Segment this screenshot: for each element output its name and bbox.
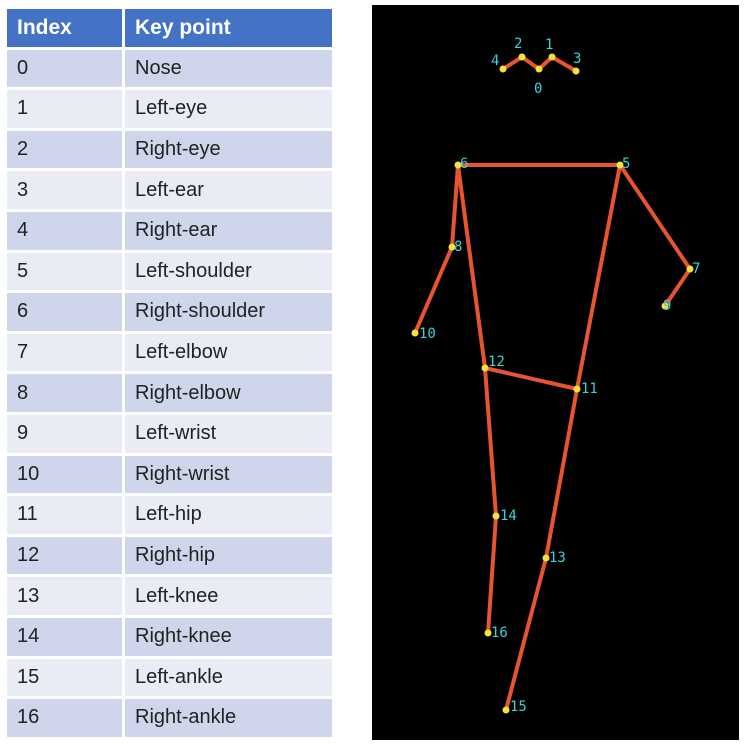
row-index: 0 — [7, 49, 125, 88]
row-keypoint-name: Left-shoulder — [125, 252, 332, 291]
joint-11 — [573, 385, 581, 393]
joint-15 — [502, 706, 510, 714]
row-index: 9 — [7, 414, 125, 453]
keypoint-label-14: 14 — [500, 508, 517, 524]
table-row: 4 Right-ear — [7, 211, 332, 250]
skeleton-canvas: 012345678910111213141516 — [372, 5, 739, 740]
table-row: 11 Left-hip — [7, 496, 332, 534]
row-index: 13 — [7, 577, 125, 615]
joint-10 — [411, 329, 419, 337]
row-keypoint-name: Right-hip — [125, 536, 332, 575]
table-row: 13 Left-knee — [7, 577, 332, 615]
table-row: 12 Right-hip — [7, 536, 332, 575]
row-keypoint-name: Left-elbow — [125, 333, 332, 372]
table-row: 8 Right-elbow — [7, 374, 332, 412]
row-index: 5 — [7, 252, 125, 291]
row-index: 14 — [7, 617, 125, 656]
keypoint-label-12: 12 — [488, 354, 505, 370]
skeleton-diagram: 0 1 2 3 4 5 6 7 8 9 10 11 12 13 14 15 16 — [372, 5, 739, 740]
joint-2 — [518, 53, 526, 61]
row-keypoint-name: Right-ankle — [125, 699, 332, 737]
row-index: 8 — [7, 374, 125, 412]
row-keypoint-name: Left-ankle — [125, 658, 332, 697]
row-index: 11 — [7, 496, 125, 534]
row-index: 12 — [7, 536, 125, 575]
row-keypoint-name: Nose — [125, 49, 332, 88]
row-keypoint-name: Right-elbow — [125, 374, 332, 412]
table-row: 7 Left-elbow — [7, 333, 332, 372]
row-keypoint-name: Left-hip — [125, 496, 332, 534]
table-row: 14 Right-knee — [7, 617, 332, 656]
keypoint-label-4: 4 — [491, 53, 499, 69]
row-index: 15 — [7, 658, 125, 697]
header-index: Index — [7, 9, 125, 47]
keypoint-label-7: 7 — [692, 261, 700, 277]
row-index: 4 — [7, 211, 125, 250]
row-keypoint-name: Right-knee — [125, 617, 332, 656]
row-keypoint-name: Left-ear — [125, 171, 332, 209]
row-keypoint-name: Right-shoulder — [125, 293, 332, 331]
keypoint-label-3: 3 — [573, 51, 581, 67]
keypoint-label-8: 8 — [454, 239, 462, 255]
keypoint-label-10: 10 — [419, 326, 436, 342]
joint-4 — [499, 65, 507, 73]
row-index: 6 — [7, 293, 125, 331]
keypoint-label-9: 9 — [663, 298, 671, 314]
row-index: 7 — [7, 333, 125, 372]
row-keypoint-name: Right-eye — [125, 130, 332, 169]
row-index: 2 — [7, 130, 125, 169]
joint-3 — [572, 67, 580, 75]
keypoint-label-11: 11 — [581, 381, 598, 397]
row-keypoint-name: Right-wrist — [125, 455, 332, 494]
keypoint-label-1: 1 — [545, 37, 553, 53]
table-row: 3 Left-ear — [7, 171, 332, 209]
row-keypoint-name: Left-wrist — [125, 414, 332, 453]
row-keypoint-name: Left-knee — [125, 577, 332, 615]
row-index: 3 — [7, 171, 125, 209]
row-index: 10 — [7, 455, 125, 494]
header-keypoint: Key point — [125, 9, 332, 47]
table-row: 6 Right-shoulder — [7, 293, 332, 331]
keypoint-label-15: 15 — [510, 699, 527, 715]
table-header-row: Index Key point — [7, 9, 332, 47]
table-row: 16 Right-ankle — [7, 699, 332, 737]
row-index: 1 — [7, 90, 125, 128]
keypoint-label-5: 5 — [622, 156, 630, 172]
table-row: 0 Nose — [7, 49, 332, 88]
row-keypoint-name: Right-ear — [125, 211, 332, 250]
keypoint-label-2: 2 — [514, 36, 522, 52]
table-row: 9 Left-wrist — [7, 414, 332, 453]
table-row: 2 Right-eye — [7, 130, 332, 169]
joint-0 — [535, 65, 543, 73]
skeleton-background — [372, 5, 739, 740]
table-row: 15 Left-ankle — [7, 658, 332, 697]
joint-1 — [548, 53, 556, 61]
row-index: 16 — [7, 699, 125, 737]
table-body: 0 Nose 1 Left-eye 2 Right-eye 3 Left-ear 4 Right-… — [7, 49, 332, 737]
table-row: 1 Left-eye — [7, 90, 332, 128]
table-row: 10 Right-wrist — [7, 455, 332, 494]
keypoint-table: Index Key point 0 Nose 1 Left-eye 2 Right-eye… — [7, 6, 332, 740]
keypoint-label-16: 16 — [491, 625, 508, 641]
keypoint-label-6: 6 — [460, 156, 468, 172]
keypoint-label-13: 13 — [549, 550, 566, 566]
joint-14 — [492, 512, 500, 520]
row-keypoint-name: Left-eye — [125, 90, 332, 128]
keypoint-label-0: 0 — [534, 81, 542, 97]
table-row: 5 Left-shoulder — [7, 252, 332, 291]
